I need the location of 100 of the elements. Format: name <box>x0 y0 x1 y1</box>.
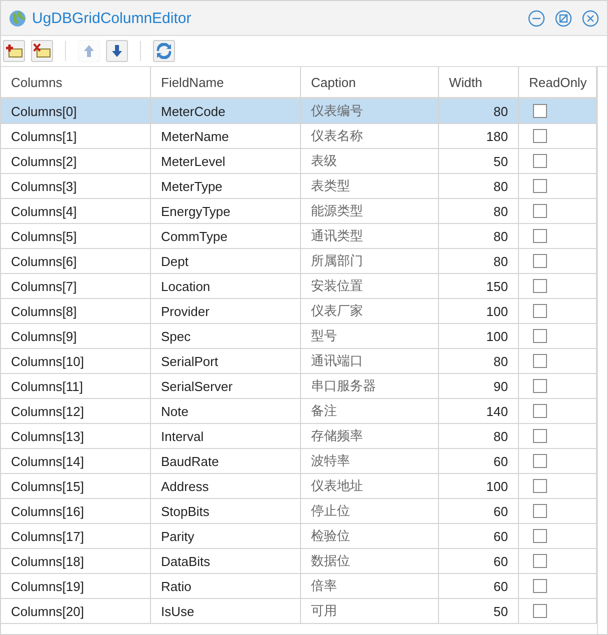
column-header[interactable]: Caption <box>301 67 439 99</box>
checkbox[interactable] <box>533 529 547 543</box>
table-cell[interactable]: Columns[9] <box>1 324 151 349</box>
checkbox[interactable] <box>533 329 547 343</box>
checkbox[interactable] <box>533 354 547 368</box>
table-cell: 100 <box>439 474 519 499</box>
table-cell: 数据位 <box>301 549 439 574</box>
table-cell: Address <box>151 474 301 499</box>
minimize-icon[interactable] <box>528 10 545 26</box>
delete-button[interactable] <box>31 40 53 62</box>
table-cell: 所属部门 <box>301 249 439 274</box>
table-cell: 140 <box>439 399 519 424</box>
column-header[interactable]: FieldName <box>151 67 301 99</box>
table-cell: 型号 <box>301 324 439 349</box>
checkbox[interactable] <box>533 304 547 318</box>
table-cell: 通讯类型 <box>301 224 439 249</box>
table-cell[interactable]: Columns[3] <box>1 174 151 199</box>
table-cell: 150 <box>439 274 519 299</box>
checkbox[interactable] <box>533 554 547 568</box>
table-cell[interactable]: Columns[2] <box>1 149 151 174</box>
table-cell: 仪表地址 <box>301 474 439 499</box>
table-cell: 安装位置 <box>301 274 439 299</box>
table-cell: 80 <box>439 349 519 374</box>
checkbox[interactable] <box>533 454 547 468</box>
restore-icon[interactable] <box>555 10 572 26</box>
checkbox[interactable] <box>533 104 547 118</box>
column-header[interactable]: Columns <box>1 67 151 99</box>
column-header[interactable]: ReadOnly <box>519 67 597 99</box>
table-cell: 串口服务器 <box>301 374 439 399</box>
checkbox[interactable] <box>533 254 547 268</box>
table-cell: 停止位 <box>301 499 439 524</box>
table-cell: SerialServer <box>151 374 301 399</box>
table-cell: 60 <box>439 499 519 524</box>
table-cell[interactable]: Columns[10] <box>1 349 151 374</box>
checkbox[interactable] <box>533 379 547 393</box>
column-header[interactable]: Width <box>439 67 519 99</box>
table-cell: 备注 <box>301 399 439 424</box>
table-cell[interactable]: Columns[13] <box>1 424 151 449</box>
checkbox[interactable] <box>533 179 547 193</box>
checkbox[interactable] <box>533 279 547 293</box>
table-cell[interactable]: Columns[1] <box>1 124 151 149</box>
table-cell: 60 <box>439 574 519 599</box>
table-cell[interactable]: Columns[5] <box>1 224 151 249</box>
table-cell[interactable]: Columns[14] <box>1 449 151 474</box>
table-cell: BaudRate <box>151 449 301 474</box>
table-cell: Provider <box>151 299 301 324</box>
table-cell: CommType <box>151 224 301 249</box>
table-cell: 60 <box>439 549 519 574</box>
table-cell: Location <box>151 274 301 299</box>
table-cell: DataBits <box>151 549 301 574</box>
checkbox[interactable] <box>533 204 547 218</box>
table-cell[interactable]: Columns[19] <box>1 574 151 599</box>
table-cell[interactable]: Columns[15] <box>1 474 151 499</box>
table-cell[interactable]: Columns[6] <box>1 249 151 274</box>
table-cell[interactable]: Columns[20] <box>1 599 151 624</box>
checkbox[interactable] <box>533 604 547 618</box>
table-cell[interactable]: Columns[0] <box>1 99 151 124</box>
checkbox[interactable] <box>533 504 547 518</box>
table-cell: MeterLevel <box>151 149 301 174</box>
checkbox[interactable] <box>533 429 547 443</box>
table-cell[interactable]: Columns[17] <box>1 524 151 549</box>
table-cell: Note <box>151 399 301 424</box>
refresh-button[interactable] <box>153 40 175 62</box>
table-cell: 60 <box>439 524 519 549</box>
table-cell[interactable]: Columns[4] <box>1 199 151 224</box>
table-cell: 80 <box>439 249 519 274</box>
close-icon[interactable] <box>582 10 599 26</box>
table-cell: Spec <box>151 324 301 349</box>
table-cell: Ratio <box>151 574 301 599</box>
table-cell: 存储频率 <box>301 424 439 449</box>
checkbox[interactable] <box>533 129 547 143</box>
checkbox[interactable] <box>533 479 547 493</box>
delete-folder-icon <box>33 43 51 59</box>
table-cell: 60 <box>439 449 519 474</box>
table-cell: Parity <box>151 524 301 549</box>
table-cell[interactable]: Columns[11] <box>1 374 151 399</box>
globe-icon <box>9 10 26 26</box>
checkbox[interactable] <box>533 404 547 418</box>
table-cell: 通讯端口 <box>301 349 439 374</box>
table-cell: 100 <box>439 324 519 349</box>
table-cell: 仪表厂家 <box>301 299 439 324</box>
table-cell[interactable]: Columns[18] <box>1 549 151 574</box>
table-cell: 倍率 <box>301 574 439 599</box>
table-cell[interactable]: Columns[7] <box>1 274 151 299</box>
table-cell: EnergyType <box>151 199 301 224</box>
down-button[interactable] <box>106 40 128 62</box>
table-cell: 波特率 <box>301 449 439 474</box>
table-cell: 80 <box>439 199 519 224</box>
checkbox[interactable] <box>533 154 547 168</box>
table-cell[interactable]: Columns[12] <box>1 399 151 424</box>
checkbox[interactable] <box>533 229 547 243</box>
table-cell: 表级 <box>301 149 439 174</box>
table-cell: 50 <box>439 599 519 624</box>
table-cell: IsUse <box>151 599 301 624</box>
table-cell[interactable]: Columns[8] <box>1 299 151 324</box>
checkbox[interactable] <box>533 579 547 593</box>
table-cell[interactable]: Columns[16] <box>1 499 151 524</box>
add-button[interactable] <box>3 40 25 62</box>
table-cell: 表类型 <box>301 174 439 199</box>
table-cell: SerialPort <box>151 349 301 374</box>
